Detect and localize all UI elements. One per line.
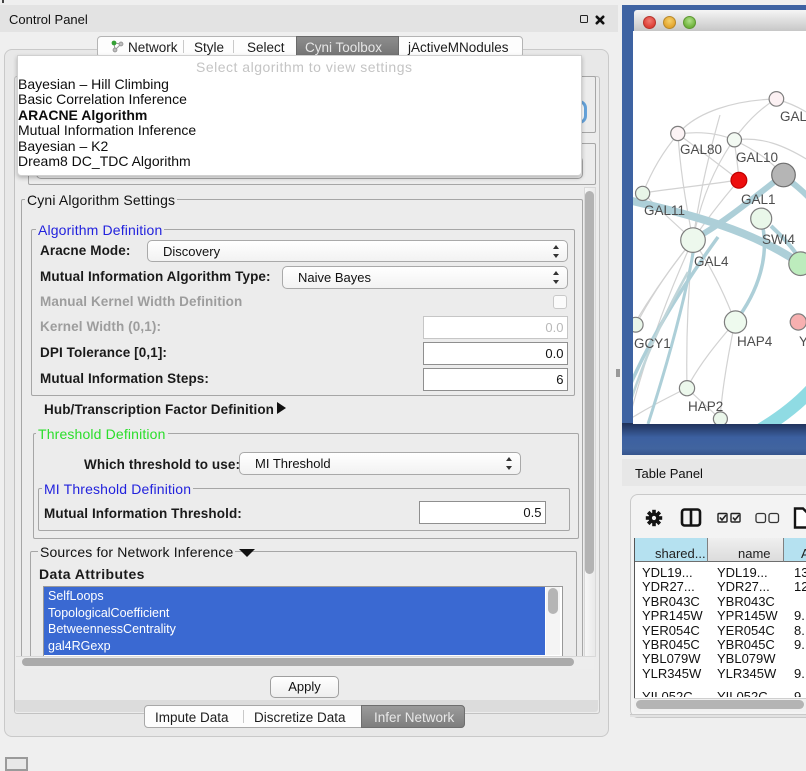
svg-text:SWI4: SWI4 bbox=[762, 232, 795, 247]
svg-text:GAL10: GAL10 bbox=[736, 150, 778, 165]
svg-text:GCY1: GCY1 bbox=[634, 336, 671, 351]
svg-text:GAL11: GAL11 bbox=[644, 203, 685, 218]
svg-text:GAL7: GAL7 bbox=[780, 109, 806, 124]
svg-text:HAP4: HAP4 bbox=[737, 334, 773, 349]
svg-text:HAP2: HAP2 bbox=[688, 399, 723, 414]
svg-text:Y: Y bbox=[799, 334, 806, 349]
svg-text:GAL4: GAL4 bbox=[694, 254, 729, 269]
svg-text:GAL1: GAL1 bbox=[741, 192, 776, 207]
svg-text:GAL80: GAL80 bbox=[680, 142, 722, 157]
